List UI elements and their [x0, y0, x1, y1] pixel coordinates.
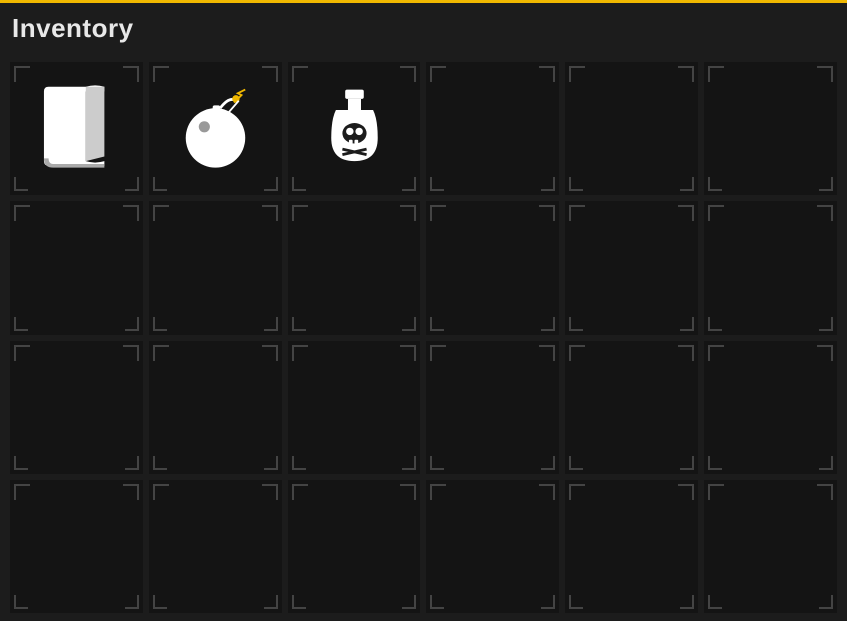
inventory-slot-16[interactable] — [565, 341, 698, 474]
inventory-slot-6[interactable] — [10, 201, 143, 334]
page-title: Inventory — [12, 13, 134, 44]
inventory-slot-12[interactable] — [10, 341, 143, 474]
inventory-slot-9[interactable] — [426, 201, 559, 334]
inventory-slot-14[interactable] — [288, 341, 421, 474]
inventory-slot-15[interactable] — [426, 341, 559, 474]
inventory-slot-3[interactable] — [426, 62, 559, 195]
inventory-grid — [0, 54, 847, 621]
inventory-slot-2[interactable] — [288, 62, 421, 195]
inventory-slot-7[interactable] — [149, 201, 282, 334]
inventory-slot-20[interactable] — [288, 480, 421, 613]
header: Inventory — [0, 0, 847, 54]
inventory-slot-17[interactable] — [704, 341, 837, 474]
inventory-slot-11[interactable] — [704, 201, 837, 334]
inventory-slot-1[interactable] — [149, 62, 282, 195]
book-icon — [30, 82, 123, 175]
inventory-slot-0[interactable] — [10, 62, 143, 195]
inventory-slot-22[interactable] — [565, 480, 698, 613]
inventory-slot-5[interactable] — [704, 62, 837, 195]
inventory-slot-23[interactable] — [704, 480, 837, 613]
inventory-slot-8[interactable] — [288, 201, 421, 334]
poison-icon — [308, 82, 401, 175]
app: Inventory — [0, 0, 847, 621]
inventory-slot-21[interactable] — [426, 480, 559, 613]
inventory-slot-10[interactable] — [565, 201, 698, 334]
inventory-slot-18[interactable] — [10, 480, 143, 613]
bomb-icon — [169, 82, 262, 175]
inventory-slot-19[interactable] — [149, 480, 282, 613]
inventory-slot-4[interactable] — [565, 62, 698, 195]
inventory-slot-13[interactable] — [149, 341, 282, 474]
